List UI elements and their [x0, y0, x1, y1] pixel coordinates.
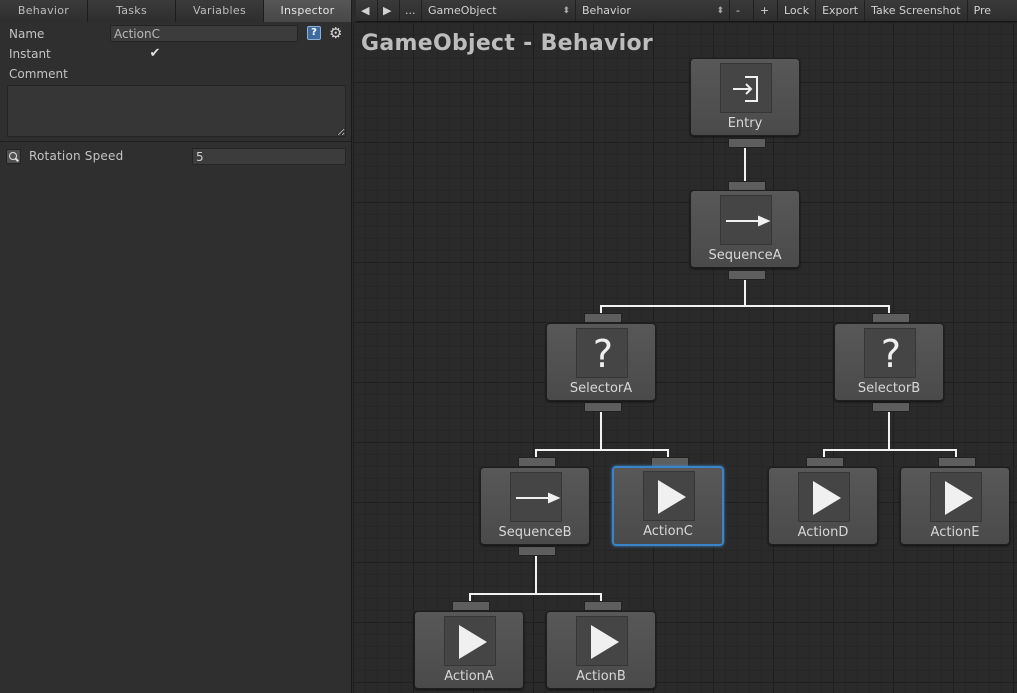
- node-label: ActionE: [930, 525, 980, 540]
- node-actiond[interactable]: ActionD: [768, 467, 878, 545]
- behavior-select[interactable]: Behavior ⬍: [576, 0, 730, 21]
- help-icon[interactable]: ?: [307, 26, 321, 40]
- actiona-in-port[interactable]: [452, 601, 490, 611]
- selectorb-out-port[interactable]: [872, 402, 910, 412]
- node-actione[interactable]: ActionE: [900, 467, 1010, 545]
- wire-selectorb-children: [823, 412, 957, 458]
- sequenceb-in-port[interactable]: [518, 457, 556, 467]
- node-label: SequenceA: [708, 248, 782, 263]
- inspector-panel: Behavior Tasks Variables Inspector Name …: [0, 0, 352, 693]
- wire-sequenceb-children: [469, 556, 602, 602]
- dropdown-arrow-icon: ⬍: [562, 5, 570, 16]
- node-label: SelectorA: [569, 381, 633, 396]
- sequenceb-out-port[interactable]: [518, 546, 556, 556]
- entry-out-port[interactable]: [728, 138, 766, 148]
- graph-toolbar: ◀ ▶ ... GameObject ⬍ Behavior ⬍ - + Lock…: [356, 0, 1017, 22]
- add-behavior-button[interactable]: +: [754, 0, 778, 21]
- dropdown-arrow-icon: ⬍: [716, 5, 724, 16]
- gameobject-select-value: GameObject: [428, 3, 497, 17]
- name-label: Name: [9, 27, 45, 41]
- node-selectorb[interactable]: ? SelectorB: [834, 323, 944, 401]
- take-screenshot-button[interactable]: Take Screenshot: [865, 0, 968, 21]
- wire-sequencea-selectors: [600, 280, 890, 314]
- tab-inspector[interactable]: Inspector: [264, 0, 352, 22]
- node-label: SelectorB: [857, 381, 921, 396]
- actione-in-port[interactable]: [938, 457, 976, 467]
- back-button[interactable]: ◀: [356, 0, 378, 21]
- node-actiona[interactable]: ActionA: [414, 611, 524, 689]
- search-icon[interactable]: [6, 149, 21, 164]
- node-entry[interactable]: Entry: [690, 58, 800, 136]
- action-play-icon: [798, 472, 850, 522]
- selector-question-icon: ?: [576, 328, 628, 378]
- graph-canvas[interactable]: GameObject - Behavior Entry SequenceA ? …: [353, 22, 1017, 693]
- sequence-arrow-icon: [720, 195, 772, 245]
- node-selectora[interactable]: ? SelectorA: [546, 323, 656, 401]
- sequencea-out-port[interactable]: [728, 270, 766, 280]
- comment-textarea[interactable]: [7, 85, 346, 137]
- node-sequencea[interactable]: SequenceA: [690, 190, 800, 268]
- selectorb-in-port[interactable]: [872, 313, 910, 323]
- action-play-icon: [643, 471, 695, 521]
- more-button[interactable]: ...: [400, 0, 422, 21]
- wire-selectora-children: [535, 412, 669, 458]
- instant-label: Instant: [9, 47, 51, 61]
- selectora-in-port[interactable]: [584, 313, 622, 323]
- selector-question-icon: ?: [864, 328, 916, 378]
- node-label: Entry: [727, 116, 763, 131]
- gear-icon[interactable]: ⚙: [329, 24, 342, 42]
- rotation-speed-input[interactable]: [192, 148, 346, 165]
- node-label: SequenceB: [498, 525, 572, 540]
- lock-button[interactable]: Lock: [778, 0, 817, 21]
- tab-variables[interactable]: Variables: [176, 0, 264, 22]
- actiond-in-port[interactable]: [806, 457, 844, 467]
- name-row: Name ? ⚙: [0, 24, 352, 44]
- node-label: ActionD: [797, 525, 849, 540]
- node-actionc[interactable]: ActionC: [612, 466, 724, 546]
- name-field[interactable]: [110, 25, 298, 42]
- actionb-in-port[interactable]: [584, 601, 622, 611]
- node-actionb[interactable]: ActionB: [546, 611, 656, 689]
- node-label: ActionC: [643, 524, 693, 539]
- node-label: ActionA: [444, 669, 494, 684]
- sequence-arrow-icon: [510, 472, 562, 522]
- comment-label: Comment: [9, 67, 68, 81]
- behavior-select-value: Behavior: [582, 3, 631, 17]
- instant-row: Instant ✔: [0, 44, 352, 64]
- preferences-button[interactable]: Pre: [968, 0, 998, 21]
- divider: [0, 141, 352, 142]
- forward-button[interactable]: ▶: [378, 0, 400, 21]
- panel-tabs: Behavior Tasks Variables Inspector: [0, 0, 352, 22]
- selectora-out-port[interactable]: [584, 402, 622, 412]
- action-play-icon: [930, 472, 982, 522]
- rotation-speed-label: Rotation Speed: [29, 149, 124, 163]
- instant-checkbox[interactable]: ✔: [148, 47, 162, 61]
- gameobject-select[interactable]: GameObject ⬍: [422, 0, 576, 21]
- entry-icon: [720, 63, 772, 113]
- comment-row: Comment: [0, 64, 352, 84]
- node-sequenceb[interactable]: SequenceB: [480, 467, 590, 545]
- remove-behavior-button[interactable]: -: [730, 0, 754, 21]
- node-label: ActionB: [576, 669, 626, 684]
- tab-behavior[interactable]: Behavior: [0, 0, 88, 22]
- tab-tasks[interactable]: Tasks: [88, 0, 176, 22]
- action-play-icon: [444, 616, 496, 666]
- export-button[interactable]: Export: [816, 0, 866, 21]
- action-play-icon: [576, 616, 628, 666]
- rotation-speed-row: Rotation Speed: [0, 147, 352, 167]
